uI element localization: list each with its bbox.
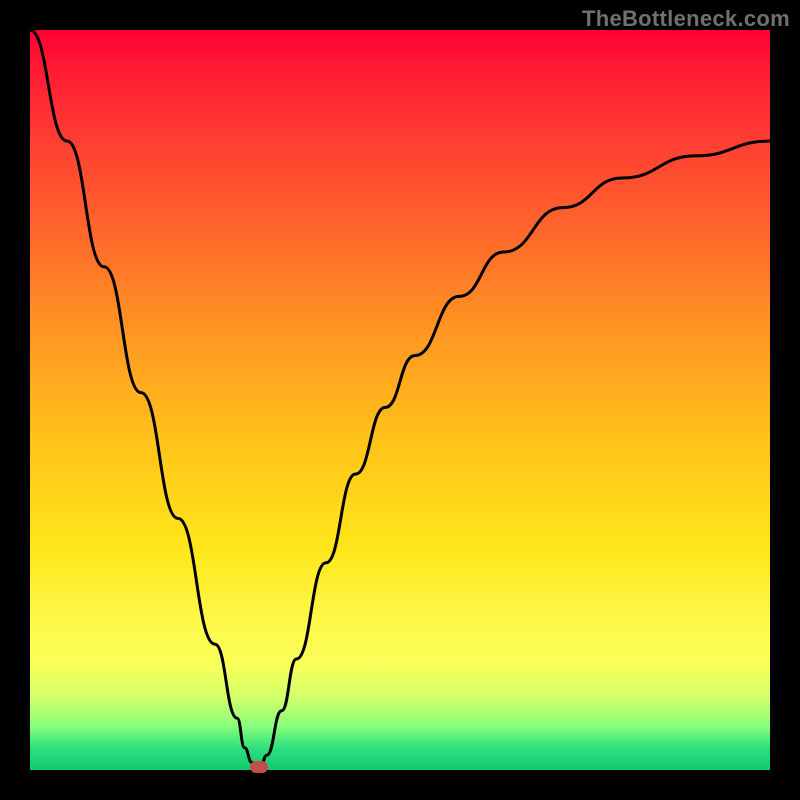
chart-container: TheBottleneck.com bbox=[0, 0, 800, 800]
attribution-text: TheBottleneck.com bbox=[582, 6, 790, 32]
minimum-marker bbox=[250, 761, 268, 773]
curve-svg bbox=[30, 30, 770, 770]
plot-area bbox=[30, 30, 770, 770]
bottleneck-curve bbox=[30, 30, 770, 770]
